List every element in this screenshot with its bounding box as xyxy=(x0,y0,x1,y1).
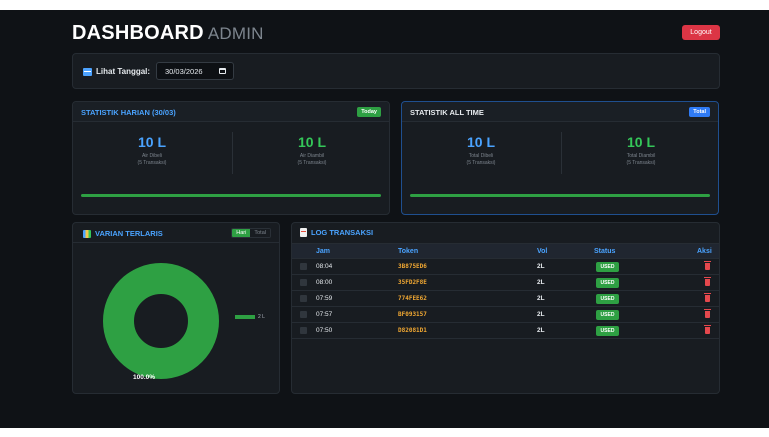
status-badge: USED xyxy=(596,326,619,336)
cell-token: 774FEE62 xyxy=(398,295,427,302)
cell-vol: 2L xyxy=(537,279,545,286)
status-badge: USED xyxy=(596,294,619,304)
cell-vol: 2L xyxy=(537,311,545,318)
alltime-stats-header: STATISTIK ALL TIME Total xyxy=(402,102,718,122)
daily-taken: 10 L Air Diambil (5 Transaksi) xyxy=(237,134,387,167)
col-jam: Jam xyxy=(316,248,331,255)
title-main: DASHBOARD xyxy=(72,22,204,44)
date-filter-card: Lihat Tanggal: 30/03/2026 xyxy=(72,53,720,89)
alltime-taken: 10 L Total Diambil (5 Transaksi) xyxy=(566,134,716,167)
varian-card: VARIAN TERLARIS Hari Total 100.0% 2 L xyxy=(72,222,280,394)
table-row: 08:04 3B875ED6 2L USED xyxy=(292,259,719,275)
alltime-progress-bar xyxy=(410,194,710,197)
cell-vol: 2L xyxy=(537,263,545,270)
divider xyxy=(561,132,562,174)
row-checkbox[interactable] xyxy=(300,327,307,334)
table-header: Jam Token Vol Status Aksi xyxy=(292,243,719,259)
col-aksi: Aksi xyxy=(697,248,712,255)
cell-token: BF093157 xyxy=(398,311,427,318)
varian-title-text: VARIAN TERLARIS xyxy=(95,229,163,238)
table-row: 07:57 BF093157 2L USED xyxy=(292,307,719,323)
cell-token: D82081D1 xyxy=(398,327,427,334)
alltime-stats-title: STATISTIK ALL TIME xyxy=(410,108,484,117)
date-input[interactable]: 30/03/2026 xyxy=(156,62,234,80)
date-value: 30/03/2026 xyxy=(165,66,203,76)
col-token: Token xyxy=(398,248,419,255)
col-vol: Vol xyxy=(537,248,548,255)
daily-stats-card: STATISTIK HARIAN (30/03) Today 10 L Air … xyxy=(72,101,390,215)
row-checkbox[interactable] xyxy=(300,279,307,286)
log-title: LOG TRANSAKSI xyxy=(300,228,373,237)
alltime-taken-label: Total Diambil (5 Transaksi) xyxy=(626,153,656,166)
alltime-taken-value: 10 L xyxy=(626,134,655,150)
cell-token: 3B875ED6 xyxy=(398,263,427,270)
daily-stats-title: STATISTIK HARIAN (30/03) xyxy=(81,108,176,117)
donut-chart: 100.0% xyxy=(103,263,219,381)
alltime-stats-card: STATISTIK ALL TIME Total 10 L Total Dibe… xyxy=(401,101,719,215)
header: DASHBOARD ADMIN Logout xyxy=(72,22,720,48)
divider xyxy=(232,132,233,174)
calendar-icon xyxy=(83,67,92,76)
varian-toggle: Hari Total xyxy=(231,228,271,238)
daily-bought-value: 10 L xyxy=(137,134,166,150)
calendar-picker-icon[interactable] xyxy=(219,68,226,74)
cell-vol: 2L xyxy=(537,295,545,302)
row-checkbox[interactable] xyxy=(300,295,307,302)
today-badge: Today xyxy=(357,107,381,117)
date-label-text: Lihat Tanggal: xyxy=(96,67,151,76)
row-checkbox[interactable] xyxy=(300,263,307,270)
top-edge xyxy=(0,0,769,10)
varian-header: VARIAN TERLARIS Hari Total xyxy=(73,223,279,243)
percent-label: 100.0% xyxy=(133,374,155,381)
table-row: 07:50 D82081D1 2L USED xyxy=(292,323,719,339)
trash-icon[interactable] xyxy=(704,309,711,318)
status-badge: USED xyxy=(596,262,619,272)
table-row: 08:00 35FD2F8E 2L USED xyxy=(292,275,719,291)
daily-taken-label: Air Diambil (5 Transaksi) xyxy=(297,153,327,166)
trash-icon[interactable] xyxy=(704,261,711,270)
daily-progress-bar xyxy=(81,194,381,197)
toggle-hari[interactable]: Hari xyxy=(232,229,251,237)
toggle-total[interactable]: Total xyxy=(250,229,270,237)
log-card: LOG TRANSAKSI Jam Token Vol Status Aksi … xyxy=(291,222,720,394)
bottom-edge xyxy=(0,428,769,437)
cell-jam: 08:00 xyxy=(316,279,333,286)
cell-token: 35FD2F8E xyxy=(398,279,427,286)
document-icon xyxy=(300,228,307,237)
alltime-bought-value: 10 L xyxy=(466,134,495,150)
trash-icon[interactable] xyxy=(704,277,711,286)
alltime-bought: 10 L Total Dibeli (5 Transaksi) xyxy=(406,134,556,167)
daily-stats-header: STATISTIK HARIAN (30/03) Today xyxy=(73,102,389,122)
total-badge: Total xyxy=(689,107,710,117)
logout-button[interactable]: Logout xyxy=(682,25,720,40)
trash-icon[interactable] xyxy=(704,293,711,302)
bar-chart-icon xyxy=(83,229,91,238)
log-title-text: LOG TRANSAKSI xyxy=(311,228,374,237)
page-title: DASHBOARD ADMIN xyxy=(72,22,264,45)
status-badge: USED xyxy=(596,310,619,320)
alltime-bought-label: Total Dibeli (5 Transaksi) xyxy=(466,153,496,166)
status-badge: USED xyxy=(596,278,619,288)
donut-slice-2l xyxy=(103,263,219,379)
varian-title: VARIAN TERLARIS xyxy=(83,229,163,238)
cell-jam: 07:57 xyxy=(316,311,333,318)
cell-jam: 07:50 xyxy=(316,327,333,334)
table-row: 07:59 774FEE62 2L USED xyxy=(292,291,719,307)
page: DASHBOARD ADMIN Logout Lihat Tanggal: 30/… xyxy=(0,0,769,437)
cell-vol: 2L xyxy=(537,327,545,334)
legend-label: 2 L xyxy=(258,314,265,320)
trash-icon[interactable] xyxy=(704,325,711,334)
col-status: Status xyxy=(594,248,616,255)
log-header: LOG TRANSAKSI xyxy=(292,223,719,243)
daily-bought-label: Air Dibeli (5 Transaksi) xyxy=(137,153,167,166)
date-filter-label: Lihat Tanggal: xyxy=(83,67,150,76)
daily-bought: 10 L Air Dibeli (5 Transaksi) xyxy=(77,134,227,167)
row-checkbox[interactable] xyxy=(300,311,307,318)
chart-legend: 2 L xyxy=(235,314,265,320)
title-sub: ADMIN xyxy=(207,24,264,43)
legend-swatch xyxy=(235,315,255,319)
cell-jam: 08:04 xyxy=(316,263,333,270)
cell-jam: 07:59 xyxy=(316,295,333,302)
daily-taken-value: 10 L xyxy=(297,134,326,150)
